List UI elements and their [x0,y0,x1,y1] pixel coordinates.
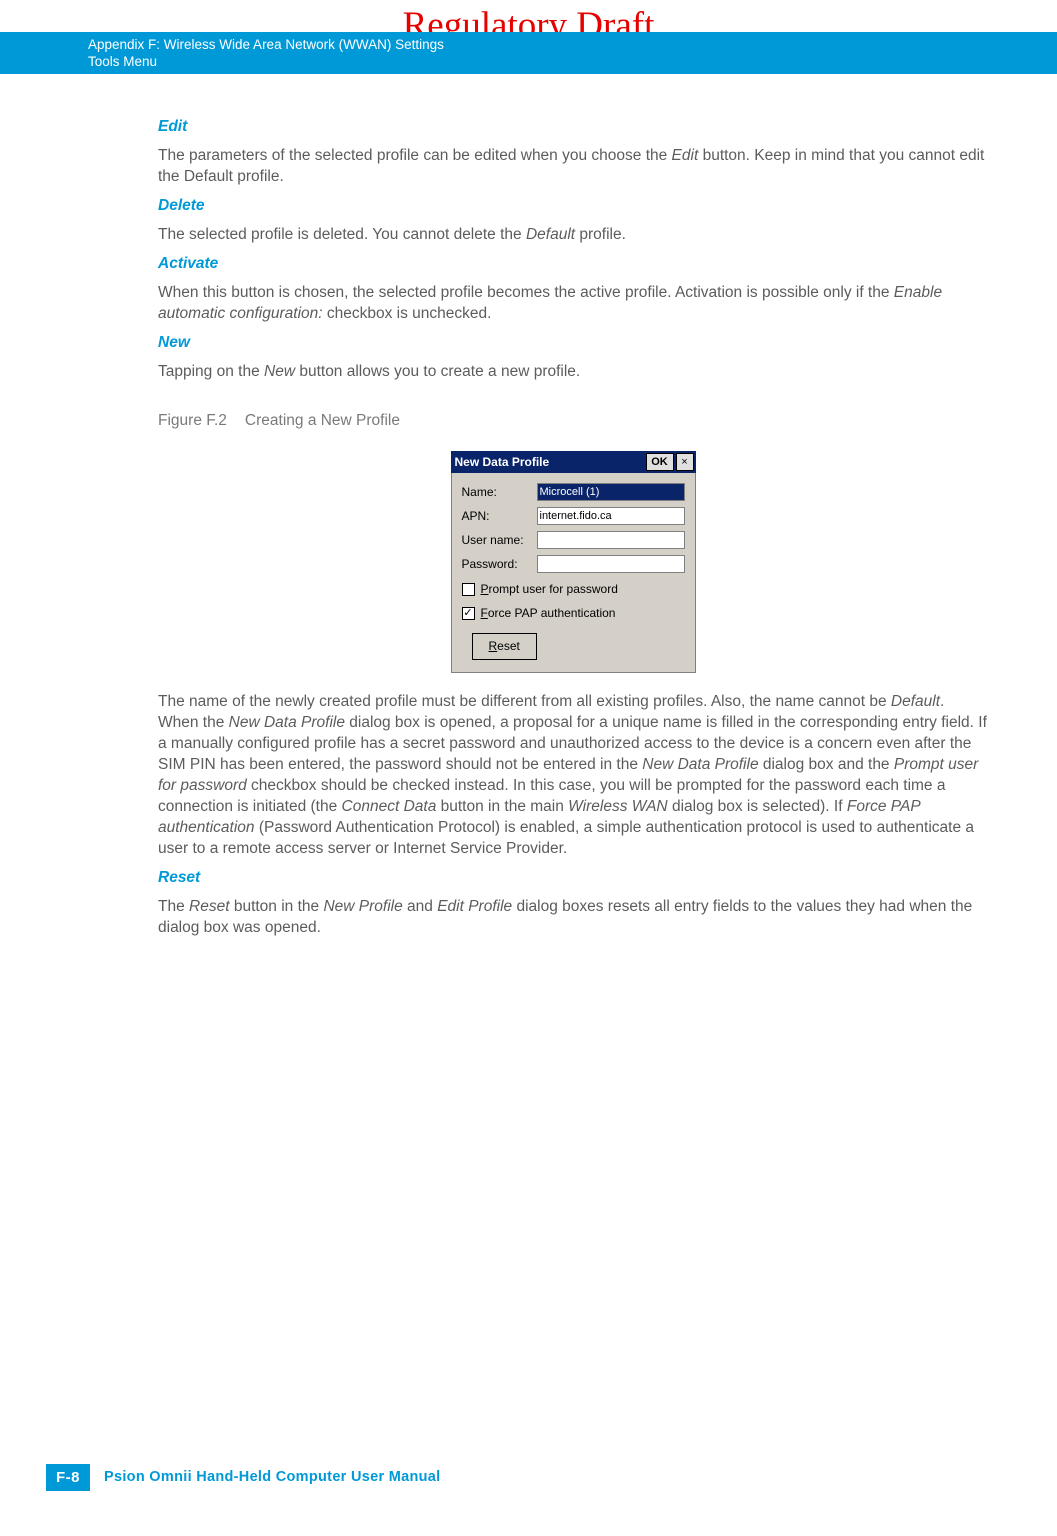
content-area: Edit The parameters of the selected prof… [158,108,988,942]
italic: Wireless WAN [568,798,667,815]
para-delete: The selected profile is deleted. You can… [158,224,988,245]
italic: Default [891,693,940,710]
header-line1: Appendix F: Wireless Wide Area Network (… [88,36,1057,53]
heading-delete: Delete [158,195,988,216]
text: The [158,898,189,915]
italic: New Profile [323,898,402,915]
heading-edit: Edit [158,116,988,137]
footer-title: Psion Omnii Hand-Held Computer User Manu… [104,1469,440,1485]
italic: New [264,363,295,380]
dialog-titlebar: New Data Profile OK × [451,451,696,473]
text: profile. [575,226,626,243]
dialog-body: Name: APN: User name: Password: P [451,473,696,673]
heading-activate: Activate [158,253,988,274]
name-input[interactable] [537,483,685,501]
para-activate: When this button is chosen, the selected… [158,282,988,324]
figure-caption: Figure F.2 Creating a New Profile [158,410,988,431]
new-data-profile-dialog: New Data Profile OK × Name: APN: User na… [451,451,696,673]
name-label: Name: [462,482,537,503]
heading-new: New [158,332,988,353]
text: (Password Authentication Protocol) is en… [158,819,974,857]
page-header: Appendix F: Wireless Wide Area Network (… [0,32,1057,74]
text: Tapping on the [158,363,264,380]
italic: Edit [672,147,699,164]
italic: Default [526,226,575,243]
prompt-label: Prompt user for password [481,579,618,600]
dialog-title-text: New Data Profile [455,452,550,473]
force-pap-label: Force PAP authentication [481,603,616,624]
text: The parameters of the selected profile c… [158,147,672,164]
text: and [403,898,437,915]
heading-reset: Reset [158,867,988,888]
para-new: Tapping on the New button allows you to … [158,361,988,382]
text: dialog box is selected). If [668,798,847,815]
username-label: User name: [462,530,537,551]
password-input[interactable] [537,555,685,573]
para-edit: The parameters of the selected profile c… [158,145,988,187]
figure-num: Figure F.2 [158,412,227,429]
italic: Reset [189,898,230,915]
header-line2: Tools Menu [88,53,1057,70]
text: button in the main [436,798,568,815]
prompt-checkbox[interactable] [462,583,475,596]
password-label: Password: [462,554,537,575]
username-input[interactable] [537,531,685,549]
text: button in the [230,898,324,915]
italic: Connect Data [342,798,437,815]
italic: New Data Profile [642,756,758,773]
page-footer: F-8 Psion Omnii Hand-Held Computer User … [0,1464,440,1490]
page-number: F-8 [46,1464,90,1491]
figure-title: Creating a New Profile [245,412,400,429]
ok-button[interactable]: OK [646,453,674,471]
text: The name of the newly created profile mu… [158,693,891,710]
force-pap-checkbox[interactable]: ✓ [462,607,475,620]
text: The selected profile is deleted. You can… [158,226,526,243]
text: checkbox is unchecked. [323,305,492,322]
apn-input[interactable] [537,507,685,525]
text: dialog box and the [759,756,894,773]
text: When this button is chosen, the selected… [158,284,894,301]
italic: New Data Profile [229,714,345,731]
text: button allows you to create a new profil… [295,363,580,380]
reset-button[interactable]: Reset [472,633,537,660]
apn-label: APN: [462,506,537,527]
para-after-figure: The name of the newly created profile mu… [158,691,988,859]
para-reset: The Reset button in the New Profile and … [158,896,988,938]
italic: Edit Profile [437,898,512,915]
dialog-screenshot: New Data Profile OK × Name: APN: User na… [158,451,988,673]
close-button[interactable]: × [676,453,694,471]
